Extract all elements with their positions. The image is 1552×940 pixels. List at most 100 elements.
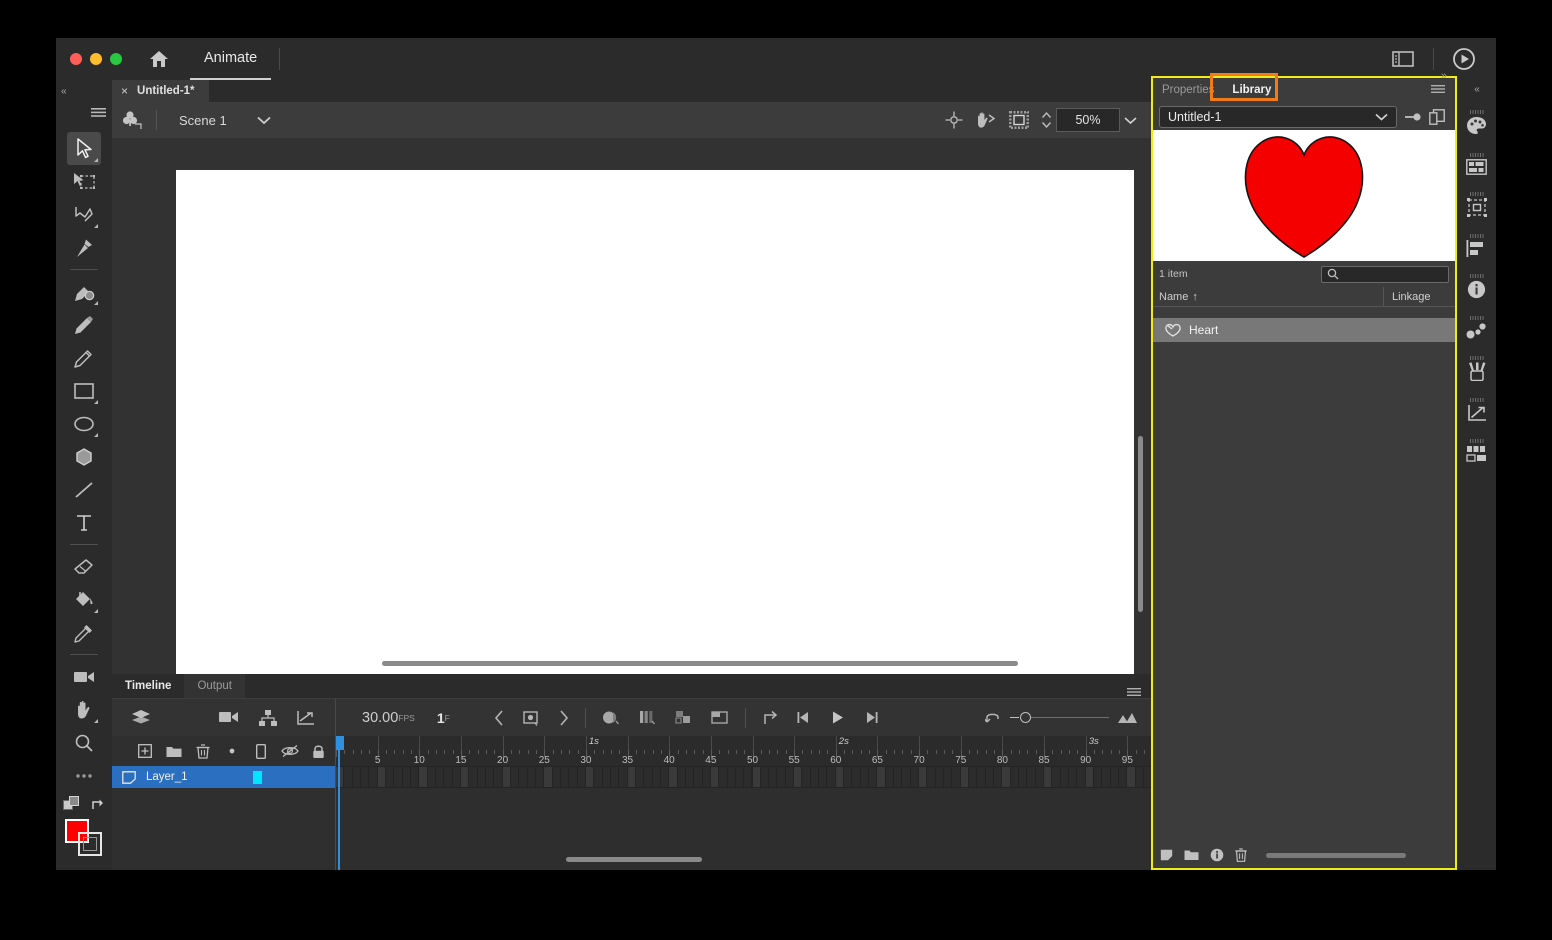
timeline-panel-menu-icon[interactable] bbox=[1127, 688, 1151, 698]
timeline-frame-cell[interactable] bbox=[719, 767, 726, 787]
new-symbol-icon[interactable] bbox=[1160, 849, 1173, 861]
step-forward-icon[interactable] bbox=[863, 710, 879, 725]
timeline-frame-cell[interactable] bbox=[436, 767, 443, 787]
timeline-frame-cell[interactable] bbox=[827, 767, 834, 787]
timeline-frame-cell[interactable] bbox=[977, 767, 984, 787]
timeline-frame-cell[interactable] bbox=[969, 767, 976, 787]
timeline-frame-cell[interactable] bbox=[1044, 767, 1051, 787]
timeline-frame-cell[interactable] bbox=[669, 767, 676, 787]
timeline-frame-cell[interactable] bbox=[1011, 767, 1018, 787]
show-outline-dot-icon[interactable] bbox=[217, 747, 246, 755]
new-folder-icon[interactable] bbox=[1184, 849, 1199, 861]
timeline-frame-cell[interactable] bbox=[902, 767, 909, 787]
close-window-button[interactable] bbox=[70, 53, 82, 65]
onion-skin-outline-icon[interactable] bbox=[639, 710, 657, 725]
timeline-frame-cell[interactable] bbox=[986, 767, 993, 787]
timeline-frame-cell[interactable] bbox=[644, 767, 651, 787]
timeline-frame-cell[interactable] bbox=[461, 767, 468, 787]
timeline-ruler-frames[interactable]: 51015202530354045505560657075808590951 bbox=[336, 750, 1151, 766]
rail-item-info-panel[interactable] bbox=[1457, 266, 1496, 307]
timeline-frame-cell[interactable] bbox=[486, 767, 493, 787]
step-back-icon[interactable] bbox=[796, 710, 812, 725]
timeline-frame-cell[interactable] bbox=[536, 767, 543, 787]
paint-bucket-tool[interactable] bbox=[67, 583, 101, 616]
timeline-frame-cell[interactable] bbox=[1111, 767, 1118, 787]
timeline-frame-cell[interactable] bbox=[952, 767, 959, 787]
column-linkage[interactable]: Linkage bbox=[1383, 287, 1455, 306]
stage-vertical-scrollbar[interactable] bbox=[1135, 138, 1147, 654]
hide-layers-icon[interactable] bbox=[275, 744, 304, 758]
line-tool[interactable] bbox=[67, 473, 101, 506]
timeline-frame-cell[interactable] bbox=[994, 767, 1001, 787]
swap-colors-icon[interactable] bbox=[90, 797, 106, 813]
graph-editor-icon[interactable] bbox=[297, 710, 315, 726]
timeline-frame-cell[interactable] bbox=[353, 767, 360, 787]
fps-value[interactable]: 30.00 bbox=[362, 710, 398, 726]
timeline-frame-cell[interactable] bbox=[469, 767, 476, 787]
test-movie-play-icon[interactable] bbox=[1450, 45, 1478, 73]
timeline-frame-cell[interactable] bbox=[511, 767, 518, 787]
timeline-frame-cell[interactable] bbox=[561, 767, 568, 787]
library-panel-menu-icon[interactable] bbox=[1431, 85, 1455, 95]
timeline-frame-cell[interactable] bbox=[936, 767, 943, 787]
rotate-icon[interactable] bbox=[975, 110, 997, 130]
onion-skin-icon[interactable] bbox=[602, 710, 621, 725]
pencil-tool[interactable] bbox=[67, 341, 101, 374]
center-stage-icon[interactable] bbox=[945, 111, 963, 129]
timeline-frame-cell[interactable] bbox=[344, 767, 351, 787]
library-preview[interactable] bbox=[1153, 130, 1455, 261]
eraser-tool[interactable] bbox=[67, 550, 101, 583]
timeline-frame-row[interactable] bbox=[336, 766, 1151, 788]
zoom-stepper[interactable] bbox=[1041, 110, 1052, 130]
timeline-frame-cell[interactable] bbox=[453, 767, 460, 787]
timeline-frame-cell[interactable] bbox=[361, 767, 368, 787]
tab-output[interactable]: Output bbox=[184, 674, 245, 698]
layer-name-label[interactable]: Layer_1 bbox=[146, 771, 188, 783]
zoom-tool[interactable] bbox=[67, 726, 101, 759]
timeline-frame-cell[interactable] bbox=[777, 767, 784, 787]
rail-item-swatches-panel[interactable] bbox=[1457, 143, 1496, 184]
timeline-frame-cell[interactable] bbox=[628, 767, 635, 787]
loop-icon[interactable] bbox=[762, 710, 778, 726]
timeline-frame-cell[interactable] bbox=[386, 767, 393, 787]
zoom-preset-chevron-icon[interactable] bbox=[1124, 116, 1137, 125]
timeline-frame-cell[interactable] bbox=[744, 767, 751, 787]
maximize-window-button[interactable] bbox=[110, 53, 122, 65]
edit-multiple-frames-icon[interactable] bbox=[675, 710, 693, 725]
hamburger-icon[interactable] bbox=[91, 108, 106, 119]
timeline-frame-cell[interactable] bbox=[503, 767, 510, 787]
timeline-frame-cell[interactable] bbox=[411, 767, 418, 787]
oval-tool[interactable] bbox=[67, 407, 101, 440]
timeline-frame-cell[interactable] bbox=[519, 767, 526, 787]
selection-tool[interactable] bbox=[67, 132, 101, 165]
new-folder-icon[interactable] bbox=[159, 745, 188, 758]
timeline-frame-cell[interactable] bbox=[1002, 767, 1009, 787]
timeline-frame-cell[interactable] bbox=[836, 767, 843, 787]
timeline-frame-cell[interactable] bbox=[1086, 767, 1093, 787]
bone-tool[interactable] bbox=[67, 231, 101, 264]
timeline-frame-cell[interactable] bbox=[802, 767, 809, 787]
slider-track[interactable] bbox=[1031, 717, 1109, 718]
rail-item-frame-picker-panel[interactable] bbox=[1457, 430, 1496, 471]
timeline-frame-cell[interactable] bbox=[369, 767, 376, 787]
timeline-frame-cell[interactable] bbox=[927, 767, 934, 787]
timeline-frame-cell[interactable] bbox=[686, 767, 693, 787]
pin-library-icon[interactable] bbox=[1404, 111, 1422, 123]
reset-timeline-icon[interactable] bbox=[985, 710, 1002, 725]
timeline-frame-cell[interactable] bbox=[703, 767, 710, 787]
timeline-frame-cell[interactable] bbox=[728, 767, 735, 787]
timeline-frame-cell[interactable] bbox=[594, 767, 601, 787]
delete-icon[interactable] bbox=[1235, 848, 1247, 862]
rail-item-brush-library-panel[interactable] bbox=[1457, 348, 1496, 389]
layer-row[interactable]: Layer_1 bbox=[112, 766, 335, 788]
document-tab-untitled-1[interactable]: × Untitled-1* bbox=[112, 80, 209, 102]
polystar-tool[interactable] bbox=[67, 440, 101, 473]
timeline-frame-cell[interactable] bbox=[1052, 767, 1059, 787]
camera-tool[interactable] bbox=[67, 660, 101, 693]
library-document-select[interactable]: Untitled-1 bbox=[1159, 106, 1397, 128]
timeline-frame-cell[interactable] bbox=[852, 767, 859, 787]
timeline-frame-cell[interactable] bbox=[1127, 767, 1134, 787]
library-item-heart[interactable]: Heart bbox=[1153, 318, 1455, 342]
timeline-frame-cell[interactable] bbox=[811, 767, 818, 787]
timeline-frame-cell[interactable] bbox=[694, 767, 701, 787]
